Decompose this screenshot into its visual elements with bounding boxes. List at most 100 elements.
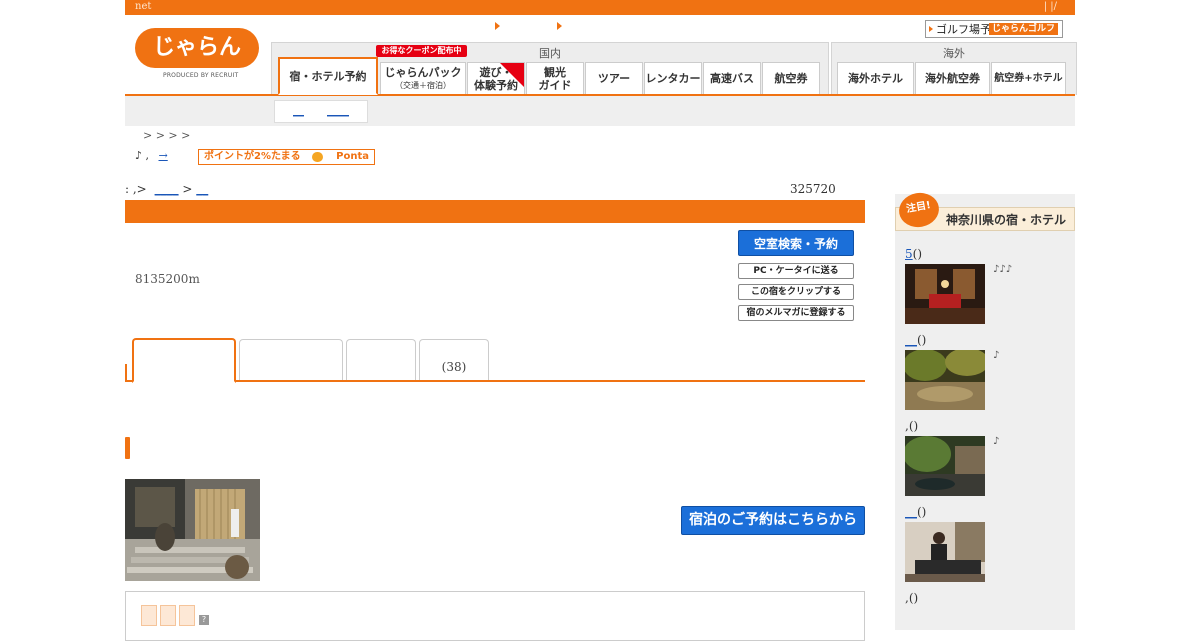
sidebar-item-label: __() [905, 505, 926, 519]
nav-tab-label: 航空券 [774, 72, 808, 85]
lobby-photo-image [905, 264, 985, 324]
sidebar-item-link[interactable]: __ [905, 333, 917, 347]
nav-tab-jalan-pack[interactable]: じゃらんパック （交通＋宿泊） [380, 62, 466, 94]
sub-nav-box: __ ____ [274, 100, 368, 123]
sidebar-item-notes: ♪ [993, 436, 1000, 447]
nav-tab-airline[interactable]: 航空券 [762, 62, 820, 94]
area-breadcrumb-prefix: : ,> [125, 182, 147, 196]
nav-tab-label: 海外航空券 [925, 72, 980, 85]
sub-nav-bar [125, 96, 1075, 126]
open-air-bath-photo-image [905, 436, 985, 496]
golf-reservation-link[interactable]: ゴルフ場予約 じゃらんゴルフ [925, 20, 1063, 38]
area-link[interactable]: __ [196, 182, 208, 196]
nav-tab-label: ツアー [597, 72, 631, 85]
tab-reviews[interactable]: (38) [419, 339, 489, 381]
nav-tab-sightseeing[interactable]: 観光 ガイド [526, 62, 584, 94]
hotel-entrance-photo [125, 479, 260, 581]
vacancy-search-button[interactable]: 空室検索・予約 [738, 230, 854, 256]
sidebar-title: 神奈川県の宿・ホテル [946, 213, 1067, 227]
garden-bath-photo-image [905, 350, 985, 410]
nav-tab-overseas-hotel[interactable]: 海外ホテル [837, 62, 914, 94]
nav-tab-hotel[interactable]: 宿・ホテル予約 [278, 57, 378, 95]
net-label[interactable]: net [135, 1, 151, 12]
sidebar: 神奈川県の宿・ホテル 注目! 5() ♪♪♪ __() ♪ ,() ♪ __()… [895, 189, 1075, 630]
sidebar-item-label: 5() [905, 247, 922, 261]
nav-tab-overseas-airline[interactable]: 海外航空券 [915, 62, 990, 94]
new-ribbon-icon [500, 63, 524, 87]
sidebar-item-label: __() [905, 333, 926, 347]
nav-tab-label: 宿・ホテル予約 [289, 69, 367, 83]
nav-tab-tour[interactable]: ツアー [585, 62, 643, 94]
sidebar-item-photo[interactable] [905, 436, 985, 496]
nav-tab-label: 高速バス [710, 72, 754, 85]
nav-tab-activities[interactable]: 遊び・ 体験予約 [467, 62, 525, 94]
sub-nav-link[interactable]: ____ [327, 104, 349, 117]
coupon-badge: お得なクーポン配布中 [376, 45, 467, 57]
section-heading-marker [125, 437, 130, 459]
book-stay-button[interactable]: 宿泊のご予約はこちらから [681, 506, 865, 535]
sidebar-item-notes: ♪ [993, 350, 1000, 361]
tab-underline [125, 380, 865, 382]
rating-square [179, 605, 195, 626]
ponta-text: ポイントが2%たまる [204, 151, 301, 162]
breadcrumb-separator: > [182, 182, 197, 196]
sidebar-item-photo[interactable] [905, 264, 985, 324]
tab-label: (38) [441, 360, 467, 374]
golf-badge: じゃらんゴルフ [988, 23, 1058, 35]
top-bar: net | |/ [125, 0, 1075, 15]
entrance-photo-image [125, 479, 260, 581]
area-link[interactable]: ____ [155, 182, 179, 196]
sub-nav-link[interactable]: __ [293, 104, 304, 117]
nav-tab-label: 観光 [544, 65, 566, 79]
sidebar-item-suffix: () [917, 505, 927, 519]
rating-square [160, 605, 176, 626]
sidebar-item-suffix: () [917, 333, 927, 347]
tab-plans[interactable] [239, 339, 343, 381]
access-info: 8135200m [135, 272, 200, 286]
sidebar-item-label: ,() [905, 419, 918, 433]
sidebar-item-suffix: ,() [905, 419, 919, 433]
breadcrumb[interactable]: > > > > [143, 129, 190, 142]
area-breadcrumb: : ,> ____ > __ [125, 182, 208, 196]
send-to-phone-button[interactable]: PC・ケータイに送る [738, 263, 854, 279]
sidebar-item-photo[interactable] [905, 350, 985, 410]
sidebar-item-notes: ♪♪♪ [993, 264, 1013, 275]
arrow-right-icon [495, 22, 500, 30]
clip-hotel-button[interactable]: この宿をクリップする [738, 284, 854, 300]
info-link[interactable]: → [159, 149, 168, 162]
rating-square [141, 605, 157, 626]
logo-tagline: PRODUCED BY RECRUIT [163, 72, 239, 79]
sidebar-item-photo[interactable] [905, 522, 985, 582]
nav-tab-air-plus-hotel[interactable]: 航空券+ホテル [991, 62, 1066, 94]
sidebar-item-suffix: () [912, 247, 923, 261]
top-links[interactable]: | |/ [1044, 1, 1057, 12]
tab-line-left [125, 364, 127, 381]
overseas-label: 海外 [943, 47, 965, 60]
ponta-name: Ponta [336, 151, 369, 162]
nav-tab-label-line2: ガイド [538, 78, 572, 92]
nav-tab-sublabel: （交通＋宿泊） [395, 80, 451, 90]
ponta-banner[interactable]: ポイントが2%たまる Ponta [198, 149, 375, 165]
help-icon[interactable]: ? [199, 615, 209, 625]
nav-tab-rental-car[interactable]: レンタカー [644, 62, 702, 94]
tab-top[interactable] [132, 338, 236, 383]
logo-wordmark: じゃらん [135, 28, 259, 68]
spa-photo-image [905, 522, 985, 582]
sidebar-item-link[interactable]: __ [905, 505, 917, 519]
nav-tab-label: レンタカー [645, 72, 701, 85]
nav-tab-label: 航空券+ホテル [994, 73, 1063, 84]
ponta-face-icon [312, 152, 323, 162]
sidebar-item-suffix: ,() [905, 591, 919, 605]
page: net | |/ じゃらん PRODUCED BY RECRUIT ゴルフ場予約… [125, 0, 1077, 641]
tab-photos[interactable] [346, 339, 416, 381]
hotel-title-band [125, 200, 865, 223]
rating-box: ? [125, 591, 865, 641]
arrow-right-icon [557, 22, 562, 30]
jalan-logo[interactable]: じゃらん PRODUCED BY RECRUIT [135, 28, 259, 79]
info-note: ♪ , [135, 149, 153, 162]
result-count: 325720 [790, 182, 836, 196]
mail-magazine-button[interactable]: 宿のメルマガに登録する [738, 305, 854, 321]
nav-tab-highway-bus[interactable]: 高速バス [703, 62, 761, 94]
sidebar-item-label: ,() [905, 591, 918, 605]
sidebar-item-link[interactable]: 5 [905, 247, 913, 261]
